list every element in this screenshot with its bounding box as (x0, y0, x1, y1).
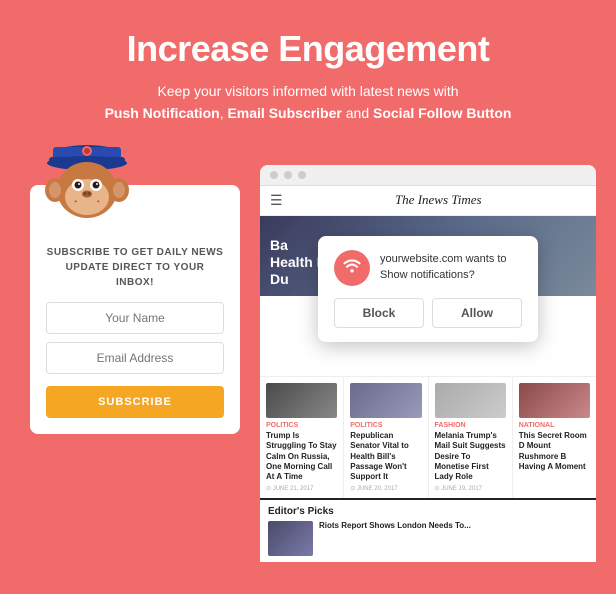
news-tag-2: POLITICS (350, 422, 421, 429)
notification-icon-wrapper (334, 250, 370, 286)
news-date-1: ⊙ JUNE 21, 2017 (266, 485, 337, 492)
editors-item-title: Riots Report Shows London Needs To... (319, 521, 471, 556)
news-img-4 (519, 383, 590, 418)
email-input[interactable] (46, 342, 224, 374)
news-site-title: The Inews Times (291, 192, 586, 208)
news-col-1: POLITICS Trump Is Struggling To Stay Cal… (260, 377, 344, 498)
browser-dot-1 (270, 171, 278, 179)
popup-buttons: Block Allow (334, 298, 522, 328)
news-col-2: POLITICS Republican Senator Vital to Hea… (344, 377, 428, 498)
news-tag-4: NATIONAL (519, 422, 590, 429)
news-title-4: This Secret Room D Mount Rushmore B Havi… (519, 431, 590, 473)
editors-row: Riots Report Shows London Needs To... (268, 521, 588, 556)
monkey-mascot (35, 125, 140, 240)
browser-mockup: ☰ The Inews Times Ba Health Bill's Du (260, 165, 596, 562)
wifi-icon (342, 255, 362, 280)
news-date-3: ⊙ JUNE 19, 2017 (435, 485, 506, 492)
editors-section: Editor's Picks Riots Report Shows London… (260, 498, 596, 562)
news-title-1: Trump Is Struggling To Stay Calm On Russ… (266, 431, 337, 483)
browser-dot-3 (298, 171, 306, 179)
popup-top: yourwebsite.com wants to Show notificati… (334, 250, 522, 286)
news-date-2: ⊙ JUNE 20, 2017 (350, 485, 421, 492)
browser-content: ☰ The Inews Times Ba Health Bill's Du (260, 186, 596, 562)
allow-button[interactable]: Allow (432, 298, 522, 328)
news-col-4: NATIONAL This Secret Room D Mount Rushmo… (513, 377, 596, 498)
news-tag-3: FASHION (435, 422, 506, 429)
news-title-2: Republican Senator Vital to Health Bill'… (350, 431, 421, 483)
subscription-card: SUBSCRIBE TO GET DAILY NEWS UPDATE DIREC… (30, 185, 240, 434)
popup-message: yourwebsite.com wants to Show notificati… (380, 252, 522, 283)
page-title: Increase Engagement (20, 28, 596, 70)
notification-popup: yourwebsite.com wants to Show notificati… (318, 236, 538, 342)
hamburger-icon: ☰ (270, 192, 283, 209)
news-img-1 (266, 383, 337, 418)
subtitle-sep2: and (342, 105, 373, 121)
block-button[interactable]: Block (334, 298, 424, 328)
news-title-3: Melania Trump's Mail Suit Suggests Desir… (435, 431, 506, 483)
browser-dot-2 (284, 171, 292, 179)
subscribe-heading: SUBSCRIBE TO GET DAILY NEWS UPDATE DIREC… (46, 245, 224, 290)
subtitle-bold2: Email Subscriber (227, 105, 341, 121)
subtitle-plain: Keep your visitors informed with latest … (157, 83, 458, 99)
news-col-3: FASHION Melania Trump's Mail Suit Sugges… (429, 377, 513, 498)
page-container: Increase Engagement Keep your visitors i… (0, 0, 616, 562)
content-area: SUBSCRIBE TO GET DAILY NEWS UPDATE DIREC… (0, 145, 616, 562)
subscribe-button[interactable]: SUBSCRIBE (46, 386, 224, 418)
subtitle: Keep your visitors informed with latest … (20, 80, 596, 125)
news-img-3 (435, 383, 506, 418)
hero-section: Increase Engagement Keep your visitors i… (0, 0, 616, 145)
subtitle-bold3: Social Follow Button (373, 105, 511, 121)
name-input[interactable] (46, 302, 224, 334)
monkey-icon (35, 125, 140, 235)
subtitle-bold1: Push Notification (105, 105, 220, 121)
news-header: ☰ The Inews Times (260, 186, 596, 216)
news-grid: POLITICS Trump Is Struggling To Stay Cal… (260, 376, 596, 498)
editors-title: Editor's Picks (268, 506, 588, 517)
browser-bar (260, 165, 596, 186)
editors-img (268, 521, 313, 556)
news-img-2 (350, 383, 421, 418)
news-tag-1: POLITICS (266, 422, 337, 429)
